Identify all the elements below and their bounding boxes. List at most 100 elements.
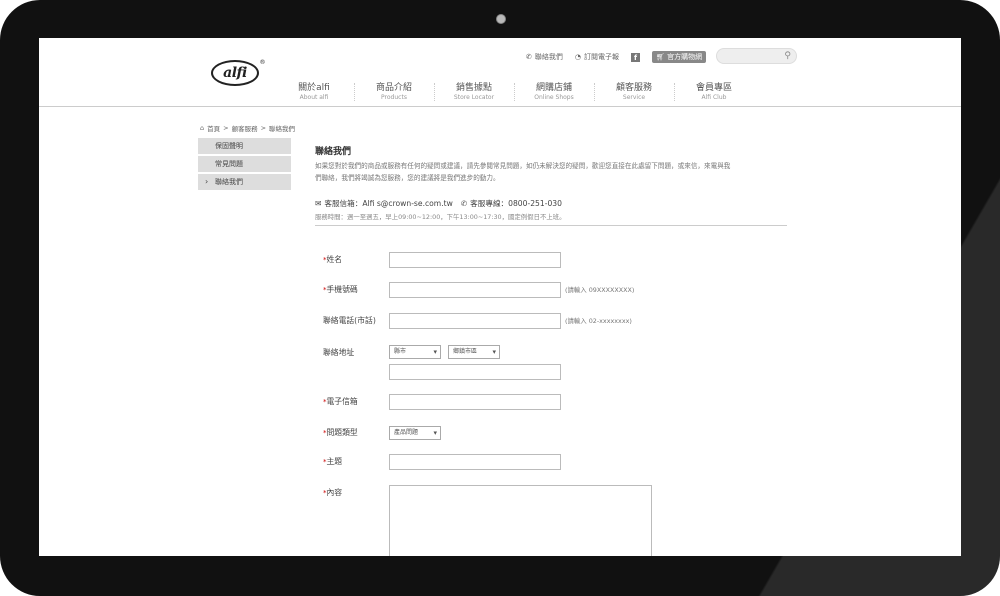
facebook-icon[interactable]: f: [630, 52, 640, 62]
subject-row: *主題: [323, 454, 561, 470]
nav-service[interactable]: 顧客服務 Service: [594, 80, 674, 101]
tablet-frame: alfi ® ✆ 聯絡我們 ◔ 訂閱電子報 f 🛒︎ 官方購物網 ⚲ 關於alf…: [0, 0, 1000, 596]
official-shop-button[interactable]: 🛒︎ 官方購物網: [651, 51, 707, 63]
rss-icon: ◔: [574, 53, 581, 61]
phone-row: 聯絡電話(市話) (請輸入 02-xxxxxxxx): [323, 313, 632, 329]
phone-info: ✆ 客服專線：0800-251-030: [461, 198, 562, 209]
subject-label-text: 主題: [326, 457, 343, 466]
toplink-newsletter-label: 訂閱電子報: [583, 53, 619, 61]
type-label: *問題類型: [323, 425, 389, 438]
email-row: *電子信箱: [323, 394, 561, 410]
mail-icon: ✉: [315, 199, 322, 208]
nav-online-shops-en: Online Shops: [534, 94, 574, 101]
sidebar-item-warranty[interactable]: 保固聲明: [198, 138, 291, 154]
nav-about[interactable]: 關於alfi About alfi: [274, 80, 354, 101]
nav-alfi-club[interactable]: 會員專區 Alfi Club: [674, 80, 754, 101]
nav-service-zh: 顧客服務: [615, 83, 652, 93]
cart-icon: 🛒︎: [655, 53, 665, 61]
official-shop-label: 官方購物網: [667, 53, 703, 61]
content-label-text: 內容: [326, 488, 343, 497]
nav-alfi-club-en: Alfi Club: [701, 94, 727, 101]
nav-products-zh: 商品介紹: [375, 83, 412, 93]
toplink-contact[interactable]: ✆ 聯絡我們: [526, 52, 563, 62]
phone-input[interactable]: [389, 313, 561, 329]
question-type-select[interactable]: 產品問題: [389, 426, 441, 440]
search-input[interactable]: [723, 55, 785, 70]
phone-hint: (請輸入 02-xxxxxxxx): [565, 317, 632, 325]
nav-about-zh: 關於alfi: [298, 83, 330, 93]
email-info: ✉ 客服信箱：Alfi s@crown-se.com.tw: [315, 198, 453, 209]
main-nav: 關於alfi About alfi 商品介紹 Products 銷售據點 Sto…: [274, 80, 754, 101]
nav-store-locator-zh: 銷售據點: [455, 83, 492, 93]
nav-about-en: About alfi: [299, 94, 329, 101]
nav-online-shops[interactable]: 網購店鋪 Online Shops: [514, 80, 594, 101]
breadcrumb-separator: >: [223, 124, 229, 132]
nav-store-locator-en: Store Locator: [453, 94, 495, 101]
nav-products[interactable]: 商品介紹 Products: [354, 80, 434, 101]
contact-info: ✉ 客服信箱：Alfi s@crown-se.com.tw ✆ 客服專線：0800-…: [315, 198, 787, 209]
header-divider: [39, 106, 961, 107]
mobile-label-text: 手機號碼: [326, 285, 358, 294]
mobile-input[interactable]: [389, 282, 561, 298]
subject-input[interactable]: [389, 454, 561, 470]
address-label: 聯絡地址: [323, 345, 389, 358]
toplink-contact-label: 聯絡我們: [534, 53, 563, 61]
logo-text: alfi: [223, 65, 247, 81]
type-row: *問題類型 產品問題: [323, 425, 441, 440]
content-textarea[interactable]: [389, 485, 652, 556]
nav-alfi-club-zh: 會員專區: [695, 83, 732, 93]
intro-text: 如果您對於我們的商品或服務有任何的疑問或建議，請先參閱常見問題，如仍未解決您的疑…: [315, 162, 731, 182]
search-icon[interactable]: ⚲: [784, 51, 791, 61]
type-label-text: 問題類型: [326, 428, 358, 437]
sidebar-item-contact[interactable]: 聯絡我們: [198, 174, 291, 190]
mobile-label: *手機號碼: [323, 282, 389, 295]
email-label-text: 電子信箱: [326, 397, 358, 406]
phone-label: 聯絡電話(市話): [323, 313, 389, 326]
mobile-hint: (請輸入 09XXXXXXXX): [565, 286, 635, 294]
name-input[interactable]: [389, 252, 561, 268]
breadcrumb-service[interactable]: 顧客服務: [232, 123, 258, 133]
top-links: ✆ 聯絡我們 ◔ 訂閱電子報 f 🛒︎ 官方購物網: [526, 51, 707, 63]
address-input[interactable]: [389, 364, 561, 380]
breadcrumb: ⌂ 首頁 > 顧客服務 > 聯絡我們: [200, 123, 295, 133]
browser-screen: alfi ® ✆ 聯絡我們 ◔ 訂閱電子報 f 🛒︎ 官方購物網 ⚲ 關於alf…: [39, 38, 961, 556]
service-hours: 服務時間：週一至週五，早上09:00~12:00，下午13:00~17:30，國…: [315, 212, 787, 226]
name-label-text: 姓名: [326, 255, 343, 264]
camera-icon: [496, 14, 506, 24]
phone-icon: ✆: [460, 199, 468, 208]
sidebar-item-faq[interactable]: 常見問題: [198, 156, 291, 172]
address-row: 聯絡地址 縣市 鄉鎮市區: [323, 345, 561, 380]
phone-icon: ✆: [526, 53, 532, 61]
email-input[interactable]: [389, 394, 561, 410]
alfi-logo[interactable]: alfi ®: [211, 59, 265, 86]
content-row: *內容: [323, 485, 652, 556]
address-label-text: 聯絡地址: [323, 348, 355, 357]
content-area: 聯絡我們 如果您對於我們的商品或服務有任何的疑問或建議，請先參閱常見問題，如仍未…: [315, 144, 787, 226]
county-select[interactable]: 縣市: [389, 345, 441, 359]
nav-products-en: Products: [381, 94, 407, 101]
registered-mark: ®: [259, 59, 266, 66]
sidebar: 保固聲明 常見問題 聯絡我們: [198, 138, 291, 192]
breadcrumb-current: 聯絡我們: [269, 125, 296, 133]
phone-info-text: 客服專線：0800-251-030: [470, 199, 562, 208]
nav-online-shops-zh: 網購店鋪: [535, 83, 572, 93]
toplink-newsletter[interactable]: ◔ 訂閱電子報: [575, 52, 619, 62]
nav-service-en: Service: [622, 94, 646, 101]
email-label: *電子信箱: [323, 394, 389, 407]
breadcrumb-separator: >: [260, 124, 267, 132]
address-fields: 縣市 鄉鎮市區: [389, 345, 561, 380]
content-label: *內容: [323, 485, 389, 498]
breadcrumb-home[interactable]: 首頁: [207, 123, 220, 133]
subject-label: *主題: [323, 454, 389, 467]
mobile-row: *手機號碼 (請輸入 09XXXXXXXX): [323, 282, 634, 298]
district-select[interactable]: 鄉鎮市區: [448, 345, 500, 359]
nav-store-locator[interactable]: 銷售據點 Store Locator: [434, 80, 514, 101]
search-box: ⚲: [716, 48, 797, 70]
address-selects: 縣市 鄉鎮市區: [389, 345, 561, 359]
name-label: *姓名: [323, 252, 389, 265]
name-row: *姓名: [323, 252, 561, 268]
phone-label-text: 聯絡電話(市話): [323, 316, 376, 325]
email-info-text: 客服信箱：Alfi s@crown-se.com.tw: [324, 199, 453, 208]
page-title: 聯絡我們: [315, 147, 352, 157]
home-icon: ⌂: [200, 124, 205, 132]
